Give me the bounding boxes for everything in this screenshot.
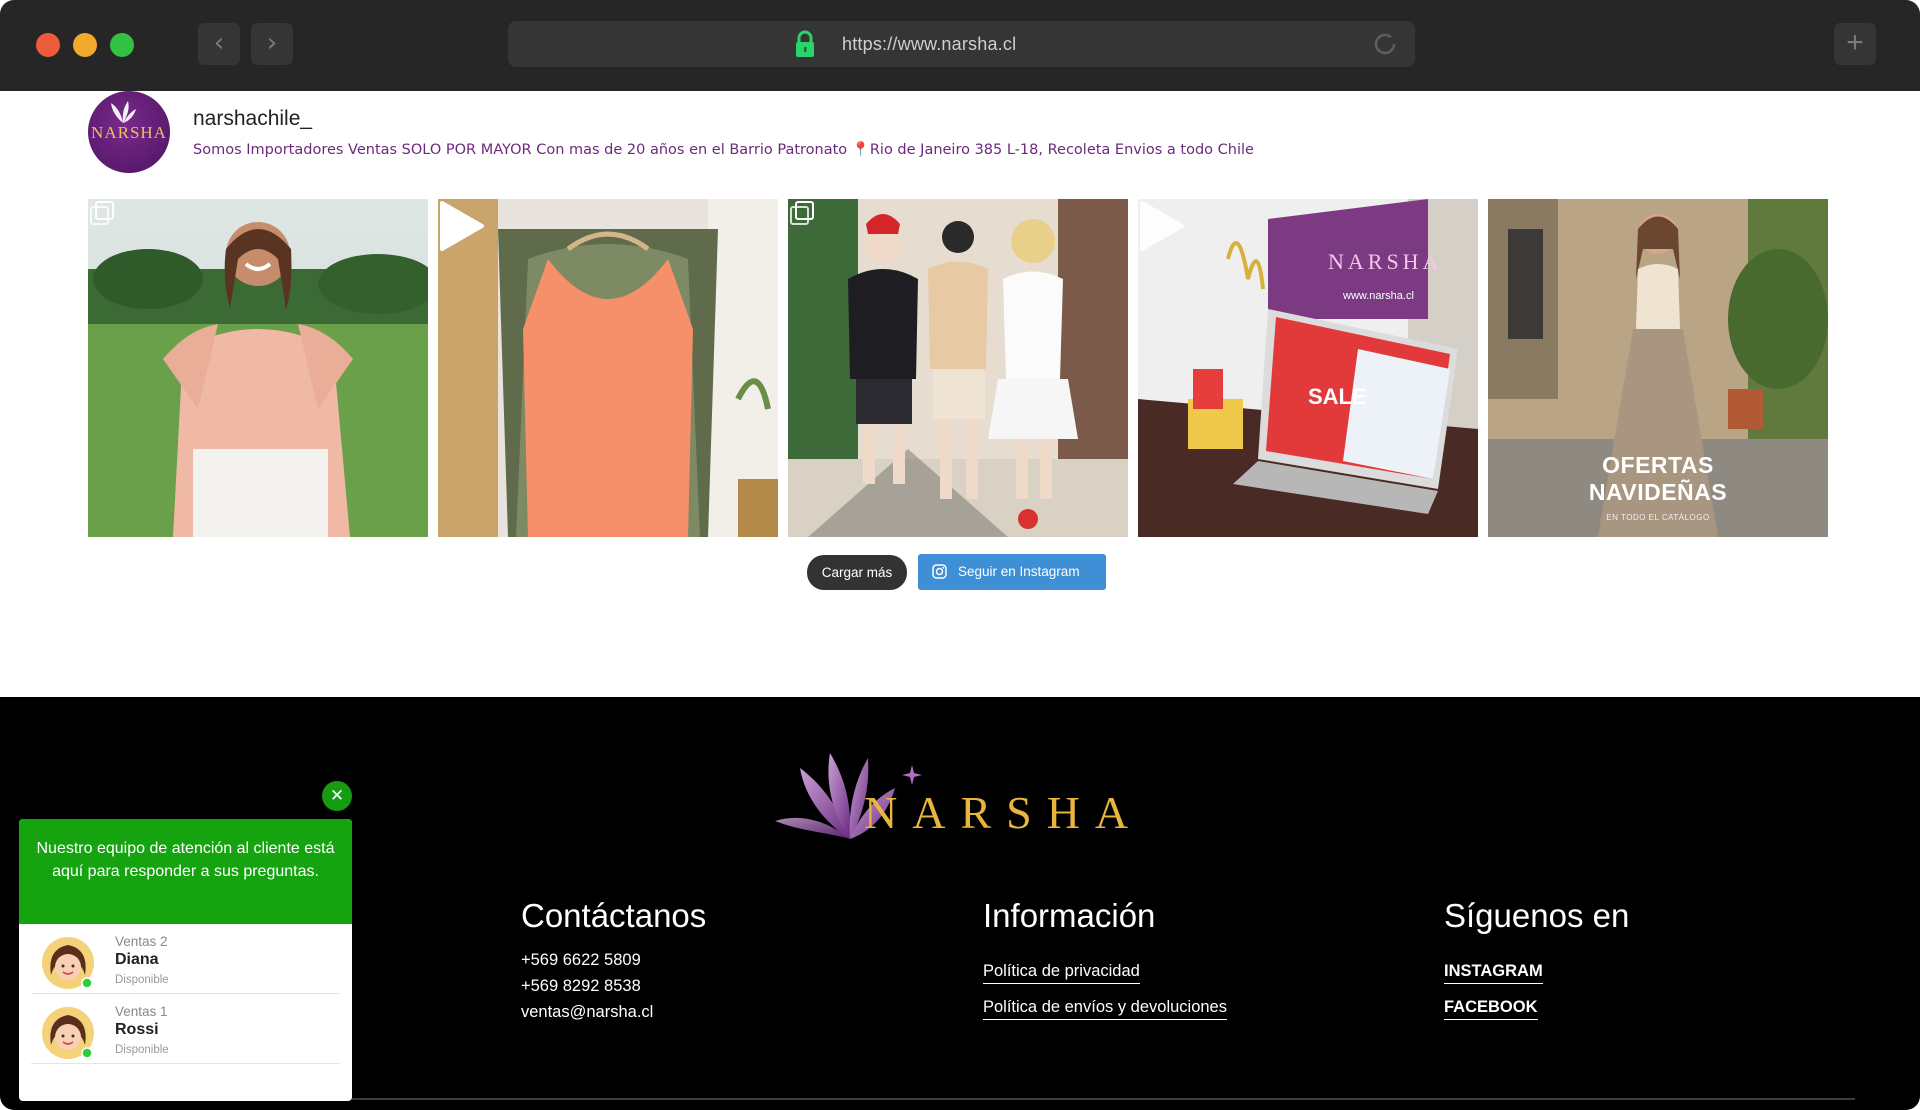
facebook-link[interactable]: FACEBOOK: [1444, 998, 1538, 1020]
contact-email[interactable]: ventas@narsha.cl: [521, 999, 706, 1025]
bio-text: Somos Importadores Ventas SOLO POR MAYOR…: [193, 142, 848, 158]
back-button[interactable]: ‹: [198, 23, 240, 65]
post-image-4: NARSHA www.narsha.cl SALE: [1138, 199, 1478, 537]
agent-name: Diana: [115, 951, 159, 968]
narsha-sign-text: NARSHA: [1328, 249, 1442, 274]
feed-post-3[interactable]: [788, 199, 1128, 537]
close-icon: ✕: [329, 786, 345, 806]
carousel-icon: [790, 201, 814, 225]
instagram-feed-grid: NARSHA www.narsha.cl SALE OFERTAS NAVIDE…: [88, 199, 1828, 539]
privacy-policy-link[interactable]: Política de privacidad: [983, 962, 1140, 984]
instagram-icon: [932, 564, 947, 579]
feed-post-5[interactable]: OFERTAS NAVIDEÑAS EN TODO EL CATÁLOGO: [1488, 199, 1828, 537]
footer-info-column: Información Política de privacidad Polít…: [983, 897, 1227, 1034]
browser-toolbar: ‹ › https://www.narsha.cl +: [0, 0, 1920, 91]
contact-phone-2[interactable]: +569 8292 8538: [521, 973, 706, 999]
reload-icon[interactable]: [1371, 30, 1399, 58]
laptop-sale-text: SALE: [1308, 384, 1367, 409]
lotus-icon: [111, 101, 136, 123]
shipping-policy-link[interactable]: Política de envíos y devoluciones: [983, 998, 1227, 1020]
map-pin-icon: 📍: [851, 142, 870, 158]
instagram-link[interactable]: INSTAGRAM: [1444, 962, 1543, 984]
chevron-right-icon: ›: [266, 28, 278, 58]
browser-window: ‹ › https://www.narsha.cl + NARSHA narsh…: [0, 0, 1920, 1110]
post-image-3: [788, 199, 1128, 537]
contact-title: Contáctanos: [521, 897, 707, 934]
plus-icon: +: [1846, 26, 1864, 59]
narsha-sign-web: www.narsha.cl: [1342, 290, 1414, 302]
agent-status: Disponible: [115, 974, 169, 986]
load-more-button[interactable]: Cargar más: [807, 555, 907, 590]
footer-divider: [350, 1098, 1855, 1100]
footer-logo-text: NARSHA: [864, 787, 1144, 838]
feed-post-2[interactable]: [438, 199, 778, 537]
agent-avatar-icon: [42, 1007, 94, 1059]
post-image-2: [438, 199, 778, 537]
agent-name: Rossi: [115, 1021, 159, 1038]
play-video-icon[interactable]: [438, 199, 486, 253]
follow-instagram-label: Seguir en Instagram: [958, 564, 1080, 579]
carousel-icon: [90, 201, 114, 225]
avatar-brand-text: NARSHA: [91, 123, 167, 142]
follow-instagram-button[interactable]: Seguir en Instagram: [918, 554, 1106, 590]
post-image-1: [88, 199, 428, 537]
footer-contact-column: Contáctanos +569 6622 5809 +569 8292 853…: [521, 897, 706, 1025]
promo-title-line2: NAVIDEÑAS: [1588, 479, 1728, 505]
social-title: Síguenos en: [1444, 897, 1630, 934]
forward-button[interactable]: ›: [251, 23, 293, 65]
promo-title-line1: OFERTAS: [1602, 452, 1714, 478]
address-bar[interactable]: https://www.narsha.cl: [508, 21, 1415, 67]
feed-post-1[interactable]: [88, 199, 428, 537]
agent-department: Ventas 1: [115, 1004, 168, 1019]
chat-agent-diana[interactable]: Ventas 2 Diana Disponible: [31, 924, 340, 994]
bio-address: Rio de Janeiro 385 L-18, Recoleta Envios…: [869, 142, 1254, 158]
profile-bio: Somos Importadores Ventas SOLO POR MAYOR…: [193, 141, 1254, 158]
close-window-button[interactable]: [36, 33, 60, 57]
maximize-window-button[interactable]: [110, 33, 134, 57]
profile-username[interactable]: narshachile_: [193, 107, 312, 131]
chevron-left-icon: ‹: [213, 28, 225, 58]
chat-header-message: Nuestro equipo de atención al cliente es…: [19, 819, 352, 924]
agent-status: Disponible: [115, 1044, 169, 1056]
profile-avatar[interactable]: NARSHA: [88, 91, 170, 173]
play-video-icon[interactable]: [1138, 199, 1186, 253]
url-text[interactable]: https://www.narsha.cl: [842, 34, 1016, 55]
new-tab-button[interactable]: +: [1834, 23, 1876, 65]
info-title: Información: [983, 897, 1156, 934]
agent-department: Ventas 2: [115, 934, 168, 949]
lock-icon: [796, 30, 814, 57]
promo-subtitle: EN TODO EL CATÁLOGO: [1606, 513, 1710, 522]
agent-avatar-icon: [42, 937, 94, 989]
feed-post-4[interactable]: NARSHA www.narsha.cl SALE: [1138, 199, 1478, 537]
minimize-window-button[interactable]: [73, 33, 97, 57]
chat-close-button[interactable]: ✕: [322, 781, 352, 811]
chat-agent-rossi[interactable]: Ventas 1 Rossi Disponible: [31, 994, 340, 1064]
footer-social-column: Síguenos en INSTAGRAM FACEBOOK: [1444, 897, 1629, 1034]
whatsapp-chat-widget: Nuestro equipo de atención al cliente es…: [19, 819, 352, 1101]
contact-phone-1[interactable]: +569 6622 5809: [521, 947, 706, 973]
